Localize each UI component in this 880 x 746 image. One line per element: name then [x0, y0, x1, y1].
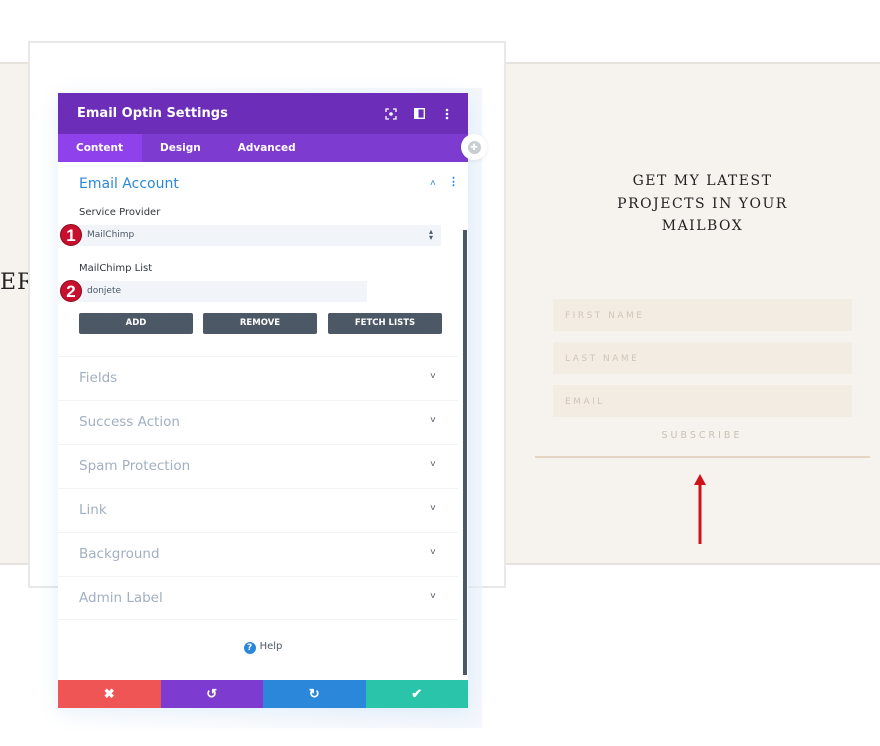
close-icon: ✖	[103, 686, 115, 701]
section-label: Link	[79, 502, 107, 518]
first-name-field[interactable]: FIRST NAME	[553, 299, 852, 331]
section-fields[interactable]: Fields ˅	[58, 356, 458, 400]
subscribe-underline	[535, 456, 870, 458]
move-icon: ✚	[467, 140, 481, 154]
annotation-badge-2: 2	[60, 280, 82, 302]
section-label: Success Action	[79, 414, 180, 430]
section-background[interactable]: Background ˅	[58, 532, 458, 576]
panel-header[interactable]: Email Optin Settings	[58, 93, 468, 134]
settings-panel: Email Optin Settings Content Design Adva…	[58, 93, 468, 708]
checkmark-icon: ✔	[411, 686, 423, 701]
remove-button[interactable]: REMOVE	[203, 313, 317, 334]
tab-content[interactable]: Content	[58, 134, 143, 162]
chevron-down-icon: ˅	[430, 459, 436, 470]
cancel-button[interactable]: ✖	[58, 680, 161, 708]
panel-footer: ✖ ↺ ↻ ✔	[58, 680, 468, 708]
chevron-down-icon: ˅	[430, 371, 436, 382]
panel-tabs: Content Design Advanced	[58, 134, 468, 162]
select-arrows-icon: ▴ ▾	[428, 227, 433, 242]
chevron-down-icon: ˅	[430, 503, 436, 514]
panel-drag-handle[interactable]: ✚	[461, 134, 487, 160]
add-button[interactable]: ADD	[79, 313, 193, 334]
section-label: Fields	[79, 370, 118, 386]
tab-design[interactable]: Design	[142, 134, 220, 162]
subscribe-button[interactable]: SUBSCRIBE	[535, 430, 869, 441]
section-options-icon[interactable]: ⋮	[448, 175, 459, 188]
fetch-lists-button[interactable]: FETCH LISTS	[328, 313, 442, 334]
mailchimp-list-label: MailChimp List	[79, 263, 153, 274]
section-link[interactable]: Link ˅	[58, 488, 458, 532]
service-provider-value: MailChimp	[87, 230, 135, 240]
section-label: Admin Label	[79, 590, 163, 606]
panel-title: Email Optin Settings	[77, 106, 228, 121]
email-account-heading[interactable]: Email Account	[79, 176, 179, 192]
chevron-down-icon: ˅	[430, 415, 436, 426]
panel-scrollbar[interactable]	[463, 230, 467, 675]
mailchimp-list-input[interactable]: donjete	[79, 281, 367, 302]
annotation-arrow-icon	[694, 474, 706, 544]
chevron-up-icon[interactable]: ˄	[430, 178, 436, 189]
optin-title: GET MY LATEST PROJECTS IN YOUR MAILBOX	[617, 173, 788, 234]
service-provider-select[interactable]: MailChimp ▴ ▾	[79, 225, 441, 246]
service-provider-label: Service Provider	[79, 207, 161, 218]
section-label: Spam Protection	[79, 458, 191, 474]
chevron-down-icon: ˅	[430, 547, 436, 558]
section-admin-label[interactable]: Admin Label ˅	[58, 576, 458, 620]
more-options-icon[interactable]	[440, 107, 454, 121]
email-field[interactable]: EMAIL	[553, 385, 852, 417]
sidebar-layout-icon[interactable]	[412, 107, 426, 121]
undo-button[interactable]: ↺	[160, 680, 263, 708]
save-button[interactable]: ✔	[365, 680, 468, 708]
help-link[interactable]: ? Help	[58, 641, 468, 654]
section-spam-protection[interactable]: Spam Protection ˅	[58, 444, 458, 488]
redo-icon: ↻	[308, 686, 320, 701]
tab-advanced[interactable]: Advanced	[220, 134, 315, 162]
expand-icon[interactable]	[384, 107, 398, 121]
last-name-field[interactable]: LAST NAME	[553, 342, 852, 374]
section-label: Background	[79, 546, 160, 562]
help-label: Help	[259, 641, 283, 652]
section-success-action[interactable]: Success Action ˅	[58, 400, 458, 444]
undo-icon: ↺	[206, 686, 218, 701]
chevron-down-icon: ˅	[430, 591, 436, 602]
help-icon: ?	[243, 642, 256, 654]
annotation-badge-1: 1	[60, 224, 82, 246]
redo-button[interactable]: ↻	[263, 680, 366, 708]
